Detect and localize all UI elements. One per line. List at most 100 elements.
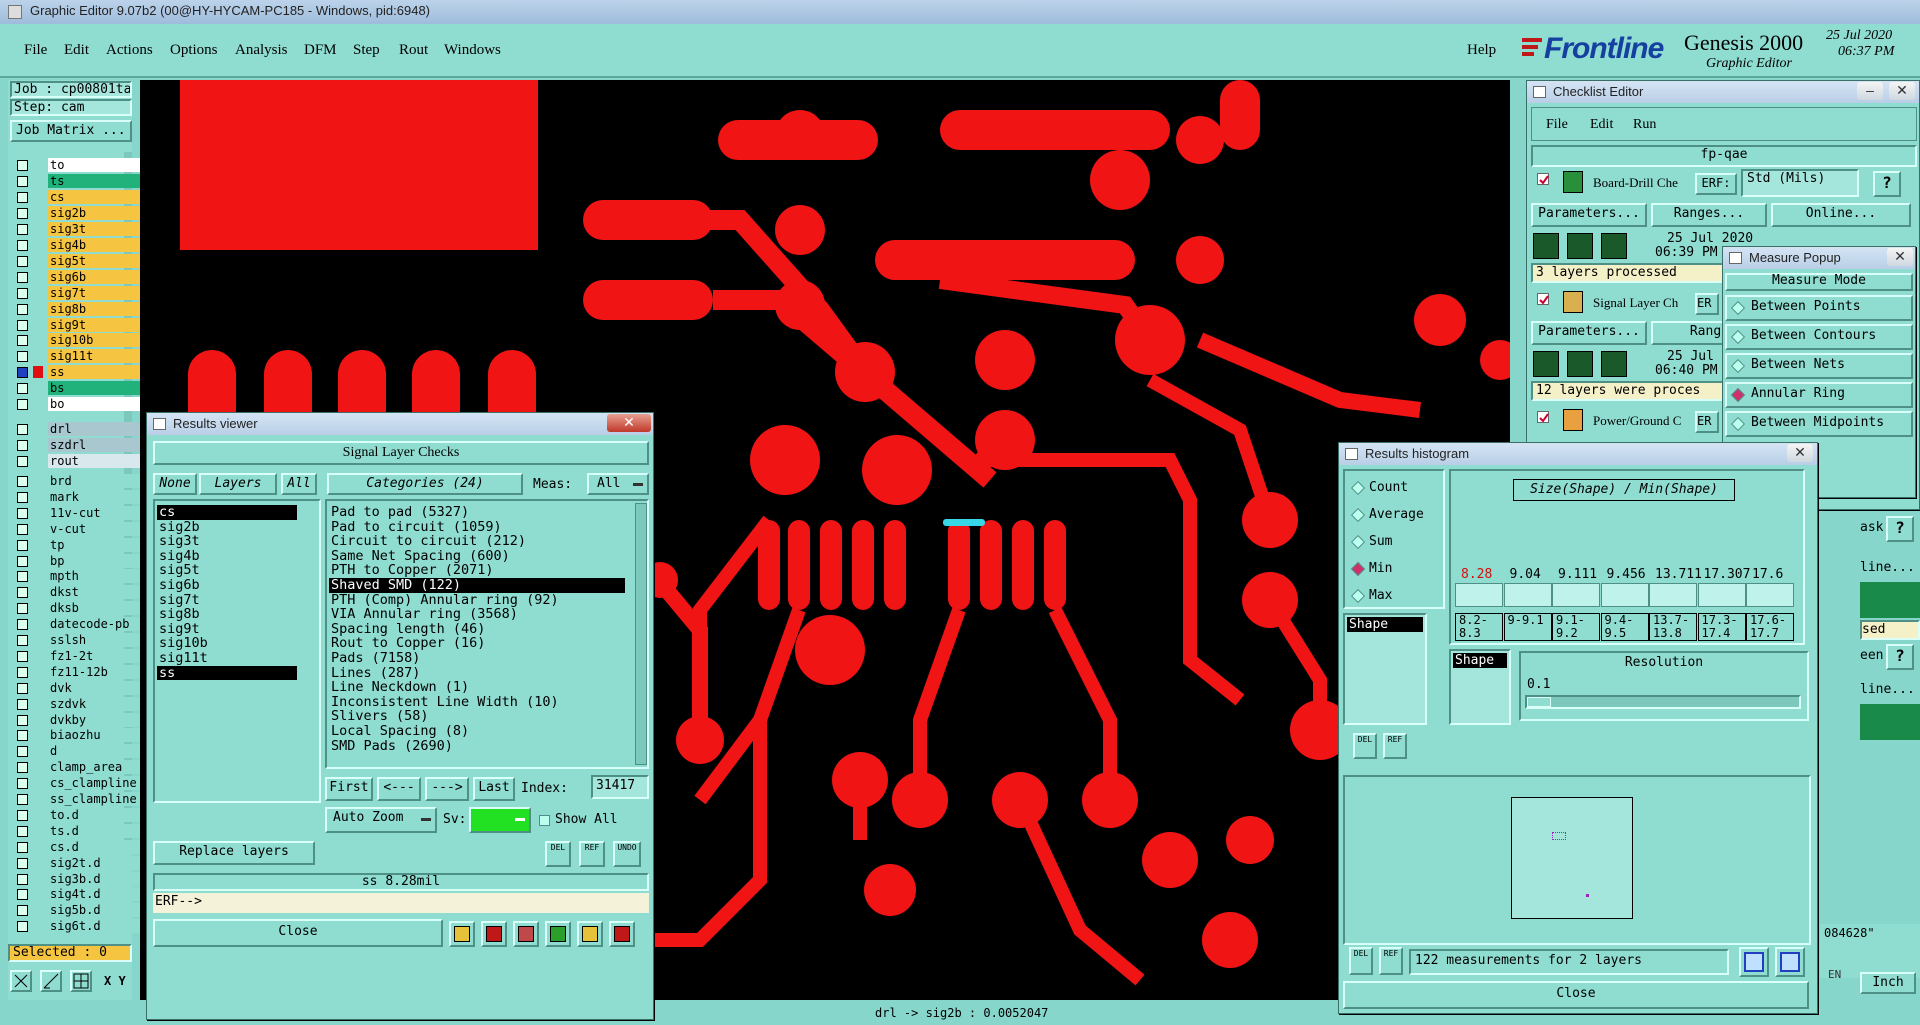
category-item[interactable]: Line Neckdown (1) [329,680,625,695]
item1-erf-value[interactable]: Std (Mils) [1741,169,1859,197]
item2-parameters-button[interactable]: Parameters... [1531,321,1647,345]
stat-option[interactable]: Count [1350,479,1441,497]
checklist-menu-run[interactable]: Run [1633,117,1656,133]
layer-checkbox[interactable] [17,873,28,885]
result-layer-item[interactable]: sig4b [157,549,297,564]
item1-ranges-button[interactable]: Ranges... [1651,203,1767,227]
layer-row[interactable]: sig8b [14,301,144,317]
layer-name[interactable]: sig5t [48,253,144,268]
category-item[interactable]: Slivers (58) [329,709,625,724]
layer-row[interactable]: fz1-2t [14,648,144,664]
layer-row[interactable]: dkst [14,585,144,600]
layer-checkbox[interactable] [17,175,28,187]
run-icon[interactable] [1601,351,1627,377]
layer-checkbox[interactable] [17,650,28,662]
layer-name[interactable]: sig3t [48,221,144,236]
layer-row[interactable]: ss [14,365,144,380]
menu-dfm[interactable]: DFM [304,42,337,59]
measure-option[interactable]: Annular Ring [1725,382,1913,408]
layer-name[interactable]: bp [48,553,144,568]
job-matrix-button[interactable]: Job Matrix ... [10,120,132,142]
none-button[interactable]: None [153,473,197,495]
layer-checkbox[interactable] [17,223,28,235]
layer-name[interactable]: datecode-pb [48,617,144,632]
layer-checkbox[interactable] [17,762,28,774]
layer-row[interactable]: ss_clampline [14,792,144,807]
layer-name[interactable]: sig6b [48,269,144,284]
result-layer-item[interactable]: sig3t [157,534,297,549]
layer-checkbox[interactable] [17,921,28,933]
histogram-close-button[interactable]: Close [1343,981,1809,1009]
layer-checkbox[interactable] [17,476,28,487]
item3-erf[interactable]: ER [1695,411,1719,433]
category-item[interactable]: Same Net Spacing (600) [329,549,625,564]
layer-name[interactable]: sig4b [48,237,144,252]
layer-name[interactable]: sig2t.d [48,855,144,870]
shape-filter-item[interactable]: Shape [1453,653,1507,668]
shape-list[interactable]: Shape [1343,613,1427,725]
histogram-bar[interactable] [1746,583,1794,607]
layer-name[interactable]: sig7t [48,285,144,300]
layer-row[interactable]: d [14,744,144,759]
item1-label[interactable]: Board-Drill Che [1593,175,1689,191]
run-icon[interactable] [1533,351,1559,377]
minimize-button[interactable]: – [1857,82,1883,100]
layer-checkbox[interactable] [17,383,28,395]
layer-name[interactable]: szdrl [48,438,144,452]
layer-row[interactable]: sslsh [14,633,144,648]
show-all-checkbox[interactable] [539,815,550,826]
layer-checkbox[interactable] [17,809,28,821]
layer-row[interactable]: ts [14,173,144,189]
category-item[interactable]: Shaved SMD (122) [329,578,625,593]
category-item[interactable]: Circuit to circuit (212) [329,534,625,549]
toolbar-icon[interactable] [577,921,603,947]
category-list[interactable]: Pad to pad (5327) Pad to circuit (1059) Ci… [325,499,649,769]
close-results-viewer-icon[interactable]: ✕ [607,414,651,432]
layer-checkbox[interactable] [17,587,28,599]
layer-name[interactable]: tp [48,537,144,552]
run-icon[interactable] [1533,233,1559,259]
item1-erf[interactable]: ERF: [1695,173,1737,195]
layer-name[interactable]: biaozhu [48,728,144,743]
layer-checkbox[interactable] [17,287,28,299]
layer-checkbox[interactable] [17,825,28,837]
layer-checkbox[interactable] [17,367,28,379]
layer-name[interactable]: cs [48,189,144,204]
layer-row[interactable]: cs_clampline [14,776,144,791]
measure-option[interactable]: Between Midpoints [1725,411,1913,437]
layer-row[interactable]: brd [14,474,144,489]
menu-rout[interactable]: Rout [399,42,428,59]
layer-name[interactable]: to.d [48,807,144,822]
layer-name[interactable]: cs.d [48,839,144,854]
layer-name[interactable]: sig8b [48,301,144,316]
layer-name[interactable]: dksb [48,601,144,616]
measure-option[interactable]: Between Points [1725,295,1913,321]
menu-step[interactable]: Step [353,42,380,59]
del-button[interactable]: DEL [545,841,571,867]
shape-item[interactable]: Shape [1347,617,1423,632]
layer-name[interactable]: sig2b [48,205,144,220]
layer-checkbox[interactable] [17,682,28,694]
histogram-bar[interactable] [1503,583,1552,607]
histogram-icon[interactable] [609,921,635,947]
last-button[interactable]: Last [473,777,515,801]
layer-name[interactable]: sig3b.d [48,871,144,886]
close-measure-icon[interactable]: ✕ [1887,248,1913,266]
layer-row[interactable]: mpth [14,569,144,584]
histogram-bar[interactable] [1552,583,1600,607]
layer-name[interactable]: v-cut [48,521,144,536]
layer-checkbox[interactable] [17,555,28,567]
layer-checkbox[interactable] [17,603,28,615]
result-layer-item[interactable]: sig6b [157,578,297,593]
layer-row[interactable]: szdrl [14,438,144,453]
layer-row[interactable]: sig5t [14,253,144,269]
layer-checkbox[interactable] [17,714,28,726]
layer-row[interactable]: dvk [14,680,144,696]
layer-row[interactable]: sig9t [14,317,144,333]
toolbar-icon[interactable] [449,921,475,947]
menu-help[interactable]: Help [1467,42,1496,59]
index-input[interactable]: 31417 [591,775,649,799]
help-icon[interactable]: ? [1873,171,1901,197]
unit-button[interactable]: Inch [1860,972,1916,994]
histogram-bar[interactable] [1600,583,1649,607]
